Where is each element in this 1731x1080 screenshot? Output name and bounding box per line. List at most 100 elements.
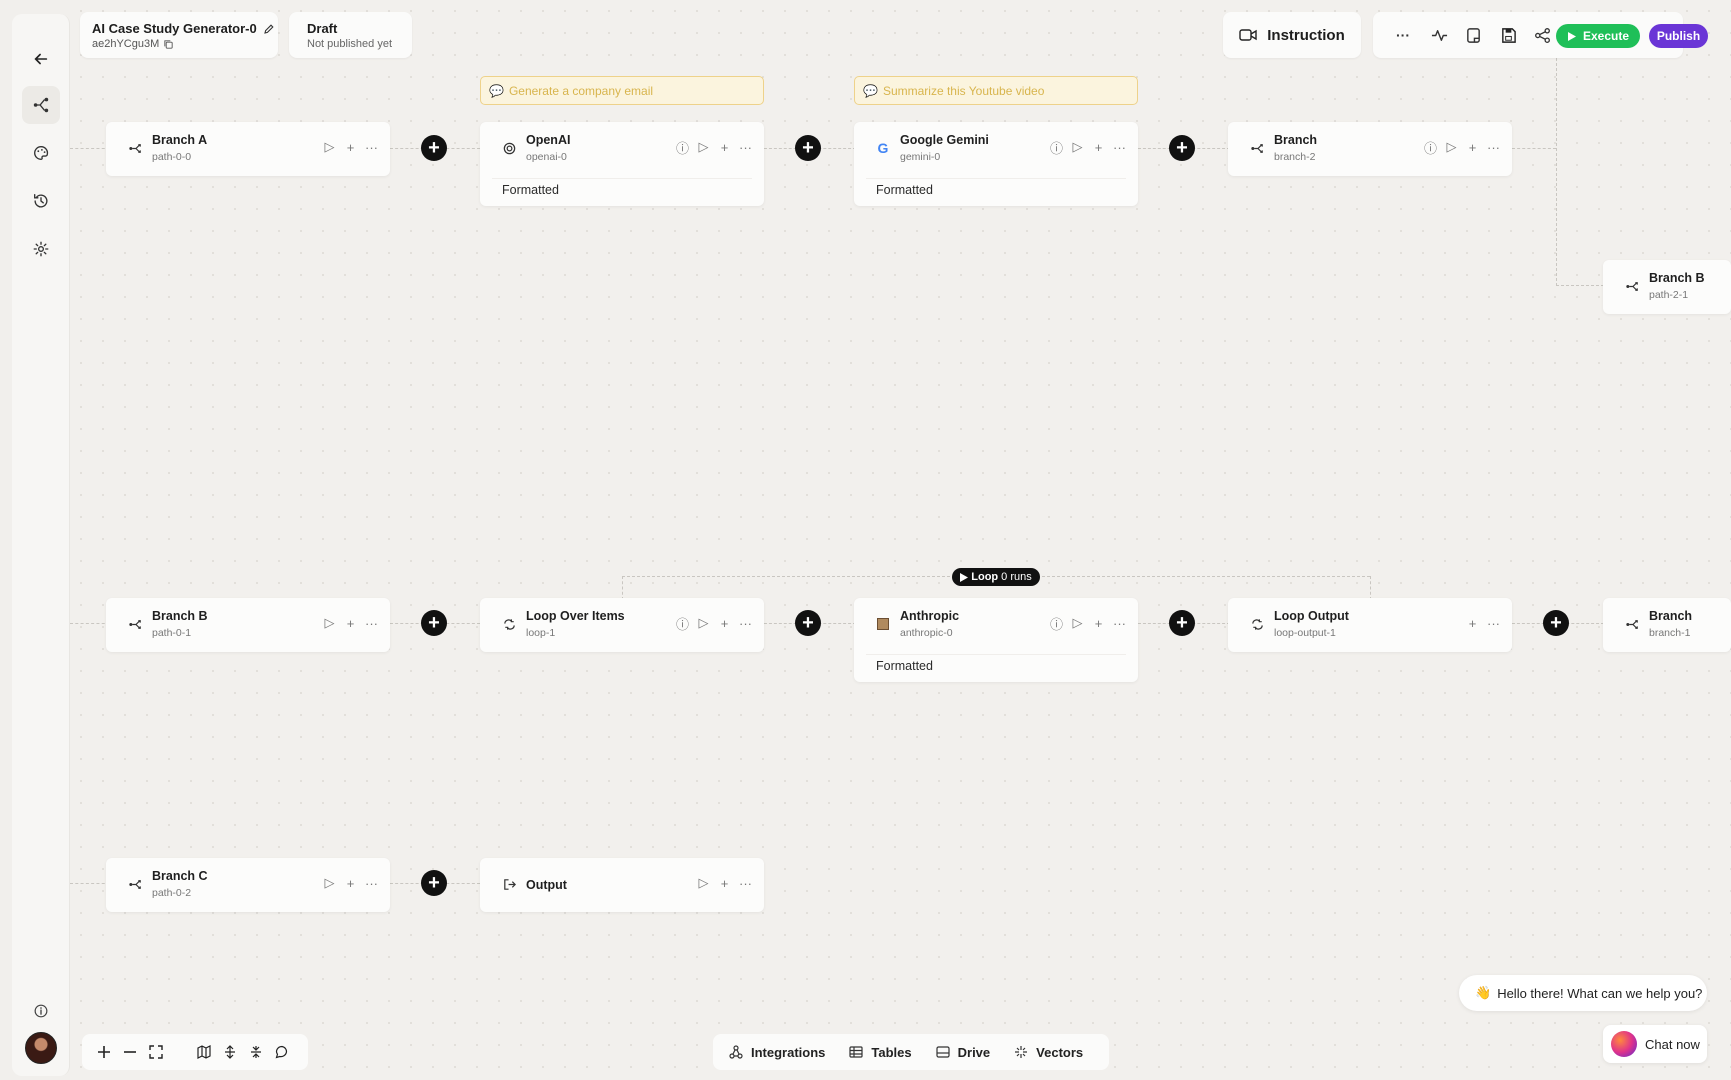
run-icon[interactable]: ▷	[323, 875, 336, 891]
node-branch-a[interactable]: Branch A path-0-0 ▷ + ···	[106, 122, 390, 176]
zoom-in-icon[interactable]	[96, 1044, 112, 1060]
node-branch-b-right[interactable]: Branch B path-2-1	[1603, 260, 1731, 314]
user-avatar[interactable]	[25, 1032, 57, 1064]
tables-button[interactable]: Tables	[849, 1045, 912, 1060]
add-icon[interactable]: +	[344, 139, 357, 155]
integrations-button[interactable]: Integrations	[729, 1045, 825, 1060]
toolbar: ··· Execute Publish	[1373, 12, 1708, 58]
run-icon[interactable]: ▷	[323, 615, 336, 631]
output-format[interactable]: Formatted	[866, 178, 1126, 200]
info-icon[interactable]	[22, 992, 60, 1030]
node-output[interactable]: Output ▷ + ···	[480, 858, 764, 912]
add-node-button[interactable]: +	[1169, 610, 1195, 636]
run-icon[interactable]: ▷	[697, 139, 710, 155]
add-icon[interactable]: +	[344, 615, 357, 631]
node-id: path-0-2	[152, 887, 192, 899]
share-icon[interactable]	[1532, 25, 1552, 45]
add-node-button[interactable]: +	[421, 610, 447, 636]
node-loop-output[interactable]: Loop Output loop-output-1 + ···	[1228, 598, 1512, 652]
instruction-button[interactable]: Instruction	[1223, 12, 1361, 58]
add-node-button[interactable]: +	[1543, 610, 1569, 636]
sticky-note[interactable]: 💬 Generate a company email	[480, 76, 764, 105]
more-menu-icon[interactable]: ···	[1393, 25, 1413, 45]
collapse-vertical-icon[interactable]	[248, 1044, 264, 1060]
chat-now-button[interactable]: Chat now	[1603, 1025, 1707, 1063]
node-openai[interactable]: OpenAI openai-0 ⓘ ▷ + ··· Formatted	[480, 122, 764, 206]
run-icon[interactable]: ▷	[697, 875, 710, 891]
run-icon[interactable]: ▷	[323, 139, 336, 155]
more-icon[interactable]: ···	[739, 875, 752, 891]
output-format[interactable]: Formatted	[492, 178, 752, 200]
more-icon[interactable]: ···	[1487, 615, 1500, 631]
more-icon[interactable]: ···	[1487, 139, 1500, 155]
output-format[interactable]: Formatted	[866, 654, 1126, 676]
node-anthropic[interactable]: Anthropic anthropic-0 ⓘ ▷ + ··· Formatted	[854, 598, 1138, 682]
more-icon[interactable]: ···	[365, 139, 378, 155]
minimap-icon[interactable]	[196, 1044, 212, 1060]
expand-vertical-icon[interactable]	[222, 1044, 238, 1060]
sticky-note[interactable]: 💬 Summarize this Youtube video	[854, 76, 1138, 105]
workflow-icon[interactable]	[22, 86, 60, 124]
zoom-out-icon[interactable]	[122, 1044, 138, 1060]
chat-greeting-bubble[interactable]: 👋 Hello there! What can we help you?	[1459, 975, 1707, 1011]
add-icon[interactable]: +	[1466, 139, 1479, 155]
add-node-button[interactable]: +	[1169, 135, 1195, 161]
add-icon[interactable]: +	[1466, 615, 1479, 631]
vectors-button[interactable]: Vectors	[1014, 1045, 1083, 1060]
edit-pencil-icon[interactable]	[263, 23, 275, 35]
add-node-button[interactable]: +	[795, 610, 821, 636]
info-icon[interactable]: ⓘ	[1424, 139, 1437, 156]
run-icon[interactable]: ▷	[1445, 139, 1458, 155]
note-text: Summarize this Youtube video	[882, 84, 1045, 98]
workflow-title-card[interactable]: AI Case Study Generator-0 ae2hYCgu3M	[80, 12, 278, 58]
add-node-button[interactable]: +	[421, 135, 447, 161]
comment-icon[interactable]	[274, 1044, 290, 1060]
info-icon[interactable]: ⓘ	[1050, 139, 1063, 156]
notes-icon[interactable]	[1463, 25, 1483, 45]
info-icon[interactable]: ⓘ	[676, 615, 689, 632]
more-icon[interactable]: ···	[1113, 139, 1126, 155]
canvas-controls	[82, 1034, 308, 1070]
add-icon[interactable]: +	[344, 875, 357, 891]
drive-button[interactable]: Drive	[936, 1045, 990, 1060]
save-icon[interactable]	[1498, 25, 1518, 45]
add-icon[interactable]: +	[1092, 615, 1105, 631]
branch-icon	[1248, 139, 1266, 157]
more-icon[interactable]: ···	[365, 615, 378, 631]
chat-note-icon: 💬	[863, 84, 878, 98]
node-branch-c[interactable]: Branch C path-0-2 ▷ + ···	[106, 858, 390, 912]
node-loop-over-items[interactable]: Loop Over Items loop-1 ⓘ ▷ + ···	[480, 598, 764, 652]
add-icon[interactable]: +	[718, 615, 731, 631]
history-icon[interactable]	[22, 182, 60, 220]
more-icon[interactable]: ···	[739, 139, 752, 155]
node-branch-1[interactable]: Branch branch-1	[1603, 598, 1731, 652]
more-icon[interactable]: ···	[365, 875, 378, 891]
add-icon[interactable]: +	[718, 875, 731, 891]
add-icon[interactable]: +	[1092, 139, 1105, 155]
run-icon[interactable]: ▷	[1071, 139, 1084, 155]
node-branch-b[interactable]: Branch B path-0-1 ▷ + ···	[106, 598, 390, 652]
video-camera-icon	[1239, 29, 1257, 41]
run-icon[interactable]: ▷	[697, 615, 710, 631]
execute-button[interactable]: Execute	[1556, 24, 1640, 48]
more-icon[interactable]: ···	[1113, 615, 1126, 631]
settings-gear-icon[interactable]	[22, 230, 60, 268]
more-icon[interactable]: ···	[739, 615, 752, 631]
node-google-gemini[interactable]: G Google Gemini gemini-0 ⓘ ▷ + ··· Formatte…	[854, 122, 1138, 206]
activity-pulse-icon[interactable]	[1429, 25, 1449, 45]
add-icon[interactable]: +	[718, 139, 731, 155]
add-node-button[interactable]: +	[795, 135, 821, 161]
node-branch-2[interactable]: Branch branch-2 ⓘ ▷ + ···	[1228, 122, 1512, 176]
node-title: Loop Over Items	[526, 609, 625, 623]
palette-icon[interactable]	[22, 134, 60, 172]
add-node-button[interactable]: +	[421, 870, 447, 896]
publish-button[interactable]: Publish	[1649, 24, 1708, 48]
info-icon[interactable]: ⓘ	[676, 139, 689, 156]
run-icon[interactable]: ▷	[1071, 615, 1084, 631]
copy-icon[interactable]	[163, 39, 174, 50]
vectors-sparkle-icon	[1015, 1046, 1028, 1058]
fit-view-icon[interactable]	[148, 1044, 164, 1060]
back-arrow-icon[interactable]	[22, 40, 60, 78]
info-icon[interactable]: ⓘ	[1050, 615, 1063, 632]
note-text: Generate a company email	[508, 84, 654, 98]
